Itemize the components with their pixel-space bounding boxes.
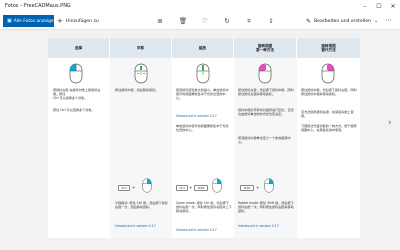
select-text-3: 按住 Ctrl 可以选择多个对象。 xyxy=(53,108,95,112)
photos-icon: ▣ xyxy=(7,18,12,24)
mouse-zoom-right-icon xyxy=(212,178,222,193)
header-pan: 平移 xyxy=(110,38,171,58)
mouse-rotate-2-icon xyxy=(321,63,335,84)
rotate1-text-2: 鼠标中键的手势将对旋转进行定位，该定位由鼠标单击时的光标位置决定。 xyxy=(238,108,294,117)
shift-key-zoom: Shift xyxy=(194,185,208,191)
pan-version-text: Introduced in version 0.17 xyxy=(115,224,156,228)
close-button[interactable]: ✕ xyxy=(386,0,400,12)
zoom-text-2: 单击鼠标中键可将视图重新集中于光标位置的中心。 xyxy=(176,124,229,133)
zoom-version-text-1: Introduced in version 0.17 xyxy=(176,114,217,118)
zoom-mode-text: Zoom mode: 按住 Ctrl 键，然后按下鼠标右键一次，同时按住鼠标右键… xyxy=(176,201,232,214)
header-select: 选择 xyxy=(48,38,109,58)
plus-icon: + xyxy=(57,17,63,25)
mouse-left-click-icon xyxy=(69,63,83,84)
ctrl-key-zoom: Ctrl xyxy=(176,185,188,191)
header-rotate-1: 旋转视图 第一种方法 xyxy=(234,38,296,58)
add-to-button[interactable]: + Hinzufügen zu xyxy=(57,15,99,27)
mouse-right-click-icon xyxy=(142,178,152,193)
document-image: 选择 平移 缩放 旋转视图 第一种方法 旋转视图 替代方法 按鼠标左键 在操作对… xyxy=(48,38,360,238)
maximize-button[interactable]: ☐ xyxy=(372,0,386,12)
zoom-version-text-2: Introduced in version 0.17 xyxy=(176,228,217,232)
shift-key-rotate: Shift xyxy=(240,185,254,191)
all-photos-button[interactable]: ▣ Alle Fotos anzeigen xyxy=(3,15,57,27)
header-rotate-2: 旋转视图 替代方法 xyxy=(297,38,360,58)
col-select xyxy=(48,58,110,238)
zoom-text-1: 使用鼠标滚轮放大和缩小。单击鼠标中键可将视图重新集中于光标位置的中心。 xyxy=(176,88,229,101)
all-photos-label: Alle Fotos anzeigen xyxy=(13,18,57,24)
more-icon[interactable]: ⋯ xyxy=(385,16,392,24)
toolbar: ▣ Alle Fotos anzeigen + Hinzufügen zu ⊕ … xyxy=(0,12,400,30)
minimize-button[interactable]: – xyxy=(358,0,372,12)
image-canvas: 选择 平移 缩放 旋转视图 第一种方法 旋转视图 替代方法 按鼠标左键 在操作对… xyxy=(0,30,400,242)
rotate2-text-2: 该方法使用鼠标右键，在某些系统上使用。 xyxy=(301,110,354,119)
rotate-icon[interactable]: ↻ xyxy=(222,16,232,26)
rotate2-text-3: 习惯用法代替功能的一种方式，用于旋转视图中心，在某些系统中使用。 xyxy=(301,124,357,133)
mouse-rotate-1-icon xyxy=(258,63,272,84)
rotate-version-text: Introduced in version 0.17 xyxy=(238,224,279,228)
mouse-scroll-icon xyxy=(196,63,210,84)
rotate1-text-3: 所选鼠标中键单击定义一个新的旋转中心。 xyxy=(238,136,291,145)
plus-sign: + xyxy=(132,185,136,190)
add-to-label: Hinzufügen zu xyxy=(65,18,99,24)
next-image-icon[interactable]: › xyxy=(388,118,392,128)
edit-icon: ✎ xyxy=(306,17,312,25)
pan-text: 按住鼠标中键，然后移动鼠标。 xyxy=(115,88,159,92)
plus-sign-rotate: + xyxy=(256,185,260,190)
bottom-bar xyxy=(0,242,400,250)
favorite-icon[interactable]: ♡ xyxy=(200,16,210,26)
col-pan xyxy=(110,58,172,238)
rotate-mode-text: Rotate mode: 按住 Shift 键，然后按下鼠标右键一次，同时按住鼠… xyxy=(238,201,294,214)
mouse-rotate-right-icon xyxy=(264,178,274,193)
window-title: Fotos – FreeCADMaus.PNG xyxy=(5,3,71,9)
rotate2-text-1: 按住鼠标中键，然后按下鼠标左键，同时按住鼠标中键并移动鼠标。 xyxy=(301,88,357,97)
select-text-2: Ctrl 可以选择多个对象。 xyxy=(53,96,88,100)
delete-icon[interactable]: 🗑 xyxy=(178,16,188,26)
ctrl-key: Ctrl xyxy=(118,185,130,191)
rotate1-text-1: 按住鼠标左键，然后按下鼠标中键，同时按住鼠标左键并移动鼠标。 xyxy=(238,88,294,97)
col-rotate-2 xyxy=(297,58,360,238)
mouse-middle-drag-icon xyxy=(134,63,148,84)
edit-create-button[interactable]: ✎ Bearbeiten und erstellen ⌄ xyxy=(306,15,378,27)
share-icon[interactable]: ⇪ xyxy=(266,16,276,26)
zoom-icon[interactable]: ⊕ xyxy=(155,16,165,26)
plus-sign-zoom: + xyxy=(189,185,193,190)
crop-icon[interactable]: ⌗ xyxy=(244,16,254,26)
edit-create-label: Bearbeiten und erstellen xyxy=(314,18,371,24)
title-bar: Fotos – FreeCADMaus.PNG – ☐ ✕ xyxy=(0,0,400,12)
header-zoom: 缩放 xyxy=(172,38,233,58)
chevron-down-icon: ⌄ xyxy=(373,18,379,24)
pan-mode-text: 平移模式: 按住 Ctrl 键，然后按下鼠标右键一次，然后移动鼠标。 xyxy=(115,201,168,210)
